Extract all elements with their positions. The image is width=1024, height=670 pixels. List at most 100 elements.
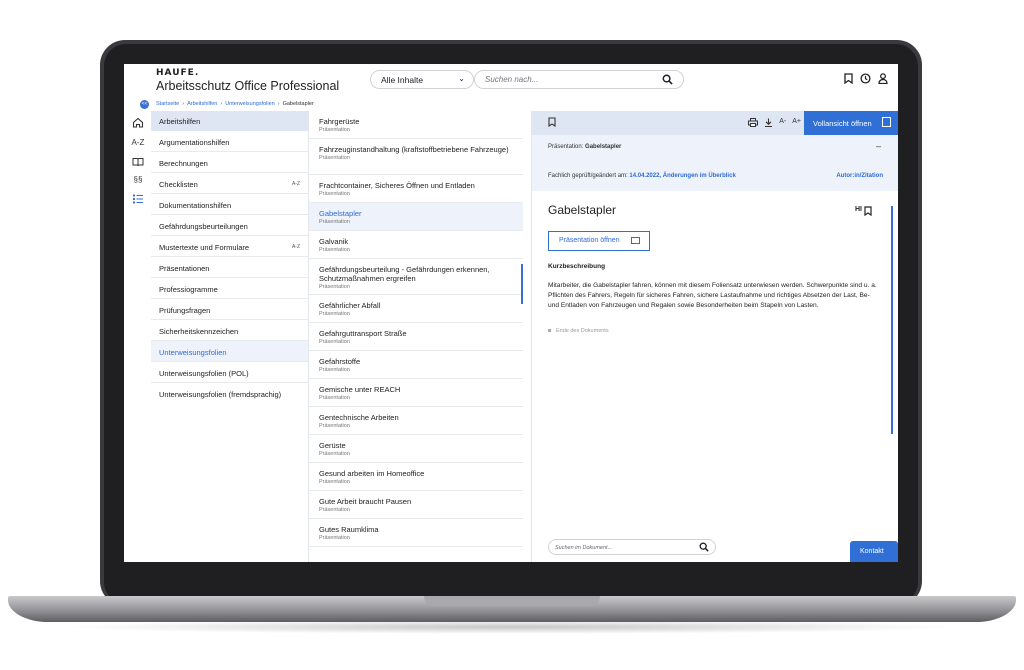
scope-select[interactable]: Alle Inhalte ⌄ — [370, 70, 474, 89]
breadcrumb-separator: › — [182, 101, 185, 107]
app-title: Arbeitsschutz Office Professional — [156, 79, 340, 93]
category-item[interactable]: Sicherheitskennzeichen — [151, 320, 308, 341]
document-item[interactable]: Frachtcontainer, Sicheres Öffnen und Ent… — [309, 175, 523, 203]
haufe-logo[interactable]: HAUFE. — [156, 68, 199, 78]
document-item[interactable]: Gemische unter REACH Präsentation — [309, 379, 523, 407]
document-item-selected[interactable]: Gabelstapler Präsentation — [309, 203, 523, 231]
document-type: Präsentation — [319, 395, 350, 401]
end-of-document: Ende des Dokuments — [548, 328, 609, 334]
detail-toolbar: A- A+ Vollansicht öffnen — [532, 111, 898, 135]
breadcrumb-list: Startseite › Arbeitshilfen › Unterweisun… — [156, 101, 314, 107]
author-citation-link[interactable]: Autor:in/Zitation — [836, 173, 883, 179]
a-z-badge[interactable]: A-Z — [292, 181, 300, 187]
font-larger-button[interactable]: A+ — [792, 118, 801, 127]
document-type-line: Präsentation: Gabelstapler — [548, 144, 621, 150]
category-item[interactable]: Professiogramme — [151, 278, 308, 299]
paragraph-icon[interactable]: §§ — [131, 175, 145, 184]
category-item[interactable]: Berechnungen — [151, 152, 308, 173]
breadcrumb-item-current: Gabelstapler — [282, 101, 314, 107]
detail-scrollbar[interactable] — [891, 206, 893, 434]
home-icon[interactable] — [131, 117, 145, 128]
document-type: Präsentation — [319, 507, 350, 513]
history-clock-icon[interactable] — [860, 73, 871, 84]
breadcrumb-item-startseite[interactable]: Startseite — [156, 101, 179, 107]
document-item[interactable]: Galvanik Präsentation — [309, 231, 523, 259]
document-type: Präsentation — [319, 219, 350, 225]
highlight-button[interactable]: HI — [855, 206, 862, 213]
laptop-notch — [424, 596, 600, 606]
summary-text: Mitarbeiter, die Gabelstapler fahren, kö… — [548, 282, 877, 309]
checked-label: Fachlich geprüft/geändert am: — [548, 173, 628, 179]
category-label: Professiogramme — [159, 285, 218, 294]
category-item-active[interactable]: Unterweisungsfolien — [151, 341, 308, 362]
search-icon[interactable] — [699, 542, 709, 552]
open-presentation-button[interactable]: Präsentation öffnen — [548, 231, 650, 251]
a-z-index-icon[interactable]: A-Z — [131, 138, 145, 147]
document-meta: Präsentation: Gabelstapler – Fachlich ge… — [532, 135, 898, 191]
document-item[interactable]: Gutes Raumklima Präsentation — [309, 519, 523, 547]
search-input[interactable]: Suchen nach... — [474, 70, 684, 89]
category-label: Gefährdungsbeurteilungen — [159, 222, 248, 231]
document-item[interactable]: Gefahrstoffe Präsentation — [309, 351, 523, 379]
document-list-scrollbar[interactable] — [521, 264, 523, 304]
print-icon[interactable] — [748, 118, 759, 127]
document-item[interactable]: Gesund arbeiten im Homeoffice Präsentatio… — [309, 463, 523, 491]
category-item[interactable]: Prüfungsfragen — [151, 299, 308, 320]
document-title: Gesund arbeiten im Homeoffice — [319, 469, 425, 478]
document-type: Präsentation — [319, 127, 350, 133]
changes-overview-link[interactable]: Änderungen im Überblick — [663, 173, 736, 179]
collapse-sidebar-button[interactable]: << — [140, 100, 149, 109]
category-item[interactable]: Unterweisungsfolien (POL) — [151, 362, 308, 383]
document-list: Fahrgerüste Präsentation Fahrzeuginstandh… — [309, 111, 523, 562]
document-item[interactable]: Gefahrguttransport Straße Präsentation — [309, 323, 523, 351]
category-item[interactable]: Mustertexte und Formulare A-Z — [151, 236, 308, 257]
category-item[interactable]: Präsentationen — [151, 257, 308, 278]
category-label: Dokumentationshilfen — [159, 201, 232, 210]
bookmark-icon[interactable] — [864, 206, 872, 216]
category-label: Prüfungsfragen — [159, 306, 211, 315]
document-item[interactable]: Gerüste Präsentation — [309, 435, 523, 463]
search-icon[interactable] — [662, 74, 673, 85]
category-label: Unterweisungsfolien (fremdsprachig) — [159, 390, 282, 399]
category-item[interactable]: Unterweisungsfolien (fremdsprachig) — [151, 383, 308, 404]
document-search-input[interactable]: Suchen im Dokument... — [548, 539, 716, 555]
category-item[interactable]: Gefährdungsbeurteilungen — [151, 215, 308, 236]
download-icon[interactable] — [764, 118, 773, 127]
checked-date: 14.04.2022, — [629, 173, 662, 179]
full-view-button[interactable]: Vollansicht öffnen — [804, 111, 898, 135]
collapse-meta-button[interactable]: – — [876, 141, 881, 151]
search-placeholder: Suchen nach... — [485, 75, 539, 84]
user-icon[interactable] — [878, 73, 888, 84]
document-title: Fahrgerüste — [319, 117, 360, 126]
document-title: Galvanik — [319, 237, 349, 246]
category-label: Unterweisungsfolien (POL) — [159, 369, 249, 378]
document-type: Präsentation — [319, 367, 350, 373]
category-item[interactable]: Checklisten A-Z — [151, 173, 308, 194]
document-item[interactable]: Gentechnische Arbeiten Präsentation — [309, 407, 523, 435]
document-item[interactable]: Gefährdungsbeurteilung - Gefährdungen er… — [309, 259, 523, 295]
breadcrumb-separator: › — [277, 101, 280, 107]
document-title: Gabelstapler — [319, 209, 362, 218]
font-smaller-button[interactable]: A- — [779, 118, 786, 127]
breadcrumb-item-unterweisungsfolien[interactable]: Unterweisungsfolien — [225, 101, 275, 107]
category-item[interactable]: Dokumentationshilfen — [151, 194, 308, 215]
breadcrumb-item-arbeitshilfen[interactable]: Arbeitshilfen — [187, 101, 217, 107]
category-heading: Arbeitshilfen — [151, 111, 308, 131]
chevron-down-icon: ⌄ — [458, 74, 465, 83]
contact-button[interactable]: Kontakt — [850, 541, 898, 562]
top-bar: HAUFE. Arbeitsschutz Office Professional… — [124, 64, 898, 98]
category-item[interactable]: Argumentationshilfen — [151, 131, 308, 152]
bookmark-icon[interactable] — [844, 73, 853, 84]
document-title: Gefährdungsbeurteilung - Gefährdungen er… — [319, 265, 490, 283]
document-item[interactable]: Fahrgerüste Präsentation — [309, 111, 523, 139]
bookmark-icon[interactable] — [548, 117, 556, 127]
document-title: Gefahrstoffe — [319, 357, 361, 366]
document-item[interactable]: Fahrzeuginstandhaltung (kraftstoffbetrie… — [309, 139, 523, 175]
a-z-badge[interactable]: A-Z — [292, 244, 300, 250]
document-search-placeholder: Suchen im Dokument... — [555, 545, 613, 551]
list-icon[interactable] — [131, 193, 145, 205]
category-label: Unterweisungsfolien — [159, 348, 227, 357]
document-item[interactable]: Gute Arbeit braucht Pausen Präsentation — [309, 491, 523, 519]
document-item[interactable]: Gefährlicher Abfall Präsentation — [309, 295, 523, 323]
book-icon[interactable] — [131, 157, 145, 167]
